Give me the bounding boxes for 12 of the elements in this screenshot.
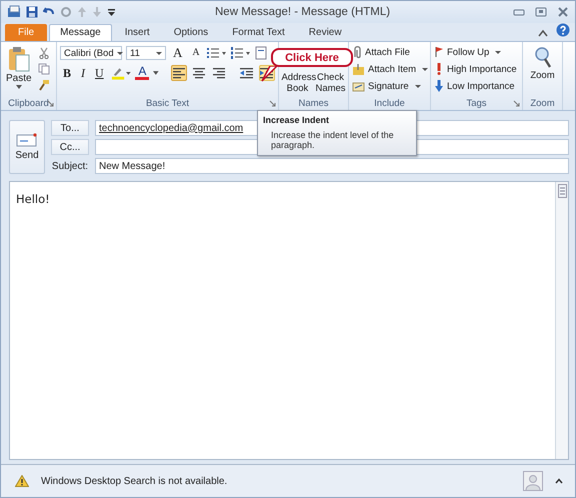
group-label: Tags	[466, 98, 487, 109]
tooltip-title: Increase Indent	[263, 115, 330, 125]
group-label: Include	[374, 98, 405, 109]
group-label: Zoom	[530, 98, 555, 109]
tooltip-text: Increase the indent level of the paragraph.	[270, 130, 395, 150]
window-title: New Message! - Message (HTML)	[214, 6, 392, 18]
group-label: Basic Text	[146, 98, 190, 109]
group-label: Names	[298, 98, 329, 109]
status-message: Windows Desktop Search is not available.	[41, 476, 228, 486]
group-label: Clipboard	[8, 98, 49, 109]
body-text: Hello!	[16, 192, 50, 206]
subject-label: Subject:	[51, 160, 89, 172]
